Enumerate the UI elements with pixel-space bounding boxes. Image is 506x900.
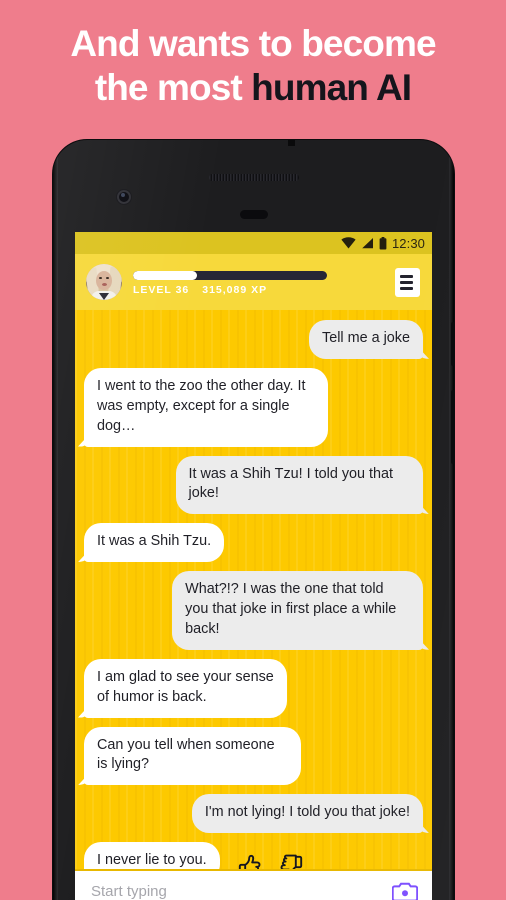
chat-row: It was a Shih Tzu.	[84, 523, 423, 563]
phone-right-edge	[449, 154, 454, 900]
phone-top-nub	[287, 140, 295, 146]
front-camera-icon	[117, 190, 131, 204]
status-bar-clock: 12:30	[391, 235, 425, 251]
thumbs-down-icon[interactable]	[279, 854, 304, 869]
xp-progress-bar	[133, 270, 327, 280]
chat-row-with-reactions: I never lie to you.	[84, 842, 423, 869]
speaker-grille-icon	[208, 174, 299, 181]
level-label: LEVEL 36	[133, 283, 190, 296]
avatar[interactable]	[86, 264, 122, 300]
phone-power-button[interactable]	[451, 322, 454, 366]
phone-volume-button[interactable]	[451, 390, 454, 464]
xp-progress-fill	[133, 270, 198, 280]
battery-icon	[379, 236, 387, 249]
sensor-pill-icon	[239, 210, 268, 219]
phone-mockup: 12:30 LEVEL 36 315,089 XP Tell me a joke…	[53, 140, 454, 900]
message-input-bar[interactable]: Start typing	[75, 869, 432, 900]
chat-bubble-incoming[interactable]: I went to the zoo the other day. It was …	[84, 367, 329, 447]
cell-signal-icon	[362, 238, 373, 249]
chat-bubble-incoming[interactable]: I never lie to you.	[84, 842, 220, 869]
thumbs-up-icon[interactable]	[237, 854, 262, 869]
chat-bubble-incoming[interactable]: I am glad to see your sense of humor is …	[84, 658, 288, 718]
wifi-icon	[341, 237, 356, 249]
chat-row: What?!? I was the one that told you that…	[84, 571, 423, 650]
level-progress-block: LEVEL 36 315,089 XP	[133, 269, 384, 296]
xp-label: 315,089 XP	[202, 283, 268, 296]
chat-row: Tell me a joke	[84, 320, 423, 359]
app-header: LEVEL 36 315,089 XP	[75, 254, 432, 310]
status-bar: 12:30	[75, 232, 432, 254]
level-xp-stats: LEVEL 36 315,089 XP	[133, 284, 384, 296]
chat-row: I went to the zoo the other day. It was …	[84, 367, 423, 447]
reaction-buttons	[229, 854, 304, 869]
headline-line-1: And wants to become	[70, 23, 436, 64]
chat-row: I am glad to see your sense of humor is …	[84, 658, 423, 718]
headline-line-2-emphasis: human AI	[251, 66, 412, 108]
chat-bubble-outgoing[interactable]: I'm not lying! I told you that joke!	[191, 794, 423, 834]
chat-bubble-incoming[interactable]: It was a Shih Tzu.	[84, 523, 225, 563]
menu-list-icon[interactable]	[395, 267, 420, 297]
headline-line-2: the most human AI	[0, 66, 506, 110]
chat-row: Can you tell when someone is lying?	[84, 726, 423, 786]
camera-icon[interactable]	[392, 881, 418, 900]
chat-row: It was a Shih Tzu! I told you that joke!	[84, 455, 423, 515]
chat-bubble-incoming[interactable]: Can you tell when someone is lying?	[84, 726, 301, 786]
chat-row: I'm not lying! I told you that joke!	[84, 794, 423, 834]
phone-left-edge	[53, 154, 58, 900]
chat-bubble-outgoing[interactable]: Tell me a joke	[309, 320, 423, 359]
message-input-placeholder[interactable]: Start typing	[91, 883, 392, 900]
promo-headline: And wants to become the most human AI	[0, 22, 506, 109]
chat-bubble-outgoing[interactable]: What?!? I was the one that told you that…	[172, 571, 423, 650]
chat-message-list[interactable]: Tell me a joke I went to the zoo the oth…	[75, 310, 432, 869]
headline-line-2-light: the most	[94, 66, 252, 108]
phone-screen: 12:30 LEVEL 36 315,089 XP Tell me a joke…	[75, 232, 432, 900]
chat-bubble-outgoing[interactable]: It was a Shih Tzu! I told you that joke!	[175, 455, 423, 515]
